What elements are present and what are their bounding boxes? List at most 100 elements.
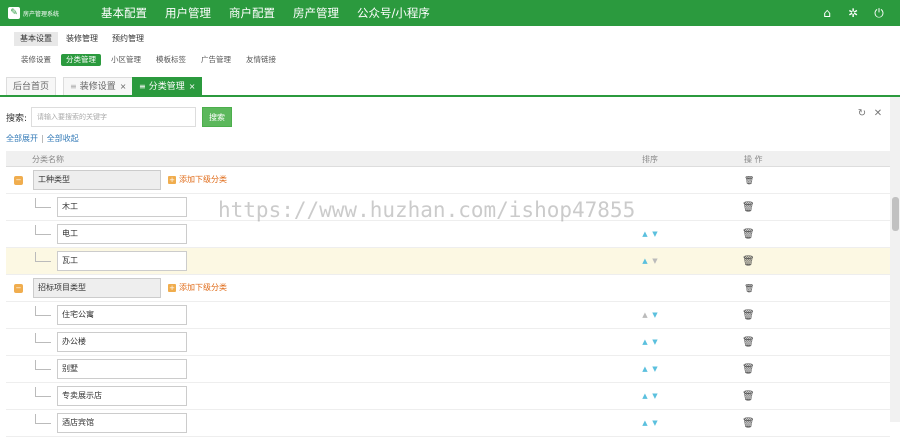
close-icon[interactable]: ✕: [870, 108, 886, 119]
trash-icon[interactable]: 🗑: [744, 176, 754, 185]
arrow-up-icon[interactable]: ▲: [640, 230, 650, 238]
power-icon[interactable]: ⏻: [866, 6, 892, 21]
tree-line: [35, 252, 51, 262]
tree-line: [35, 387, 51, 397]
arrow-up-icon[interactable]: ▲: [640, 311, 650, 319]
sort-controls: ▲ ▼: [640, 365, 660, 373]
search-button[interactable]: 搜索: [202, 107, 233, 127]
arrow-up-icon[interactable]: ▲: [640, 392, 650, 400]
header-sort: 排序: [642, 155, 658, 164]
arrow-down-icon[interactable]: ▼: [650, 257, 660, 265]
search-input[interactable]: 请输入要搜索的关键字: [31, 107, 197, 127]
table-row: 电工 ▲ ▼ 🗑: [6, 221, 890, 248]
expand-all-link[interactable]: 全部展开: [6, 134, 38, 143]
scrollbar[interactable]: [890, 97, 900, 422]
page-template-tags[interactable]: 模板标签: [151, 54, 191, 66]
tab-decoration-settings[interactable]: ≡ 装修设置 ×: [63, 77, 134, 95]
arrow-down-icon[interactable]: ▼: [650, 311, 660, 319]
category-name-input[interactable]: 电工: [57, 224, 187, 244]
close-icon[interactable]: ×: [189, 82, 196, 91]
search-label: 搜索:: [6, 113, 28, 124]
arrow-down-icon[interactable]: ▼: [650, 392, 660, 400]
panel-tools: ↻ ✕: [854, 108, 886, 119]
header-action: 操 作: [744, 155, 763, 164]
arrow-up-icon[interactable]: ▲: [640, 338, 650, 346]
category-name-input[interactable]: 专卖展示店: [57, 386, 187, 406]
category-name-input[interactable]: 住宅公寓: [57, 305, 187, 325]
category-name-input[interactable]: 酒店宾馆: [57, 413, 187, 433]
tab-home-label: 后台首页: [13, 82, 50, 92]
topnav-wechat-miniprogram[interactable]: 公众号/小程序: [348, 0, 439, 26]
category-name-input[interactable]: 办公楼: [57, 332, 187, 352]
arrow-down-icon[interactable]: ▼: [650, 419, 660, 427]
collapse-icon[interactable]: −: [14, 284, 23, 293]
topnav-merchant-config[interactable]: 商户配置: [220, 0, 284, 26]
add-subcategory-button[interactable]: + 添加下级分类: [168, 174, 227, 185]
add-subcategory-button[interactable]: + 添加下级分类: [168, 282, 227, 293]
app-logo[interactable]: ✎ 房产管理系统: [8, 6, 59, 20]
table-row: 办公楼 ▲ ▼ 🗑: [6, 329, 890, 356]
tree-line: [35, 333, 51, 343]
home-icon[interactable]: ⌂: [814, 6, 840, 20]
trash-icon[interactable]: 🗑: [742, 337, 755, 348]
expand-links: 全部展开 | 全部收起: [6, 133, 79, 144]
trash-icon[interactable]: 🗑: [744, 284, 754, 293]
table-header: 分类名称 排序 操 作: [6, 151, 890, 167]
trash-icon[interactable]: 🗑: [742, 229, 755, 240]
trash-icon[interactable]: 🗑: [742, 256, 755, 267]
tree-line: [35, 414, 51, 424]
tab-category-management[interactable]: ≡ 分类管理 ×: [132, 77, 203, 95]
trash-icon[interactable]: 🗑: [742, 418, 755, 429]
plus-icon: +: [168, 175, 176, 184]
section-decoration-management[interactable]: 装修管理: [60, 32, 104, 46]
sort-controls: ▲ ▼: [640, 311, 660, 319]
trash-icon[interactable]: 🗑: [742, 202, 755, 213]
page-category-management[interactable]: 分类管理: [61, 54, 101, 66]
sort-controls: ▲ ▼: [640, 230, 660, 238]
page-decoration-settings[interactable]: 装修设置: [16, 54, 56, 66]
arrow-up-icon[interactable]: ▲: [640, 419, 650, 427]
category-name-input[interactable]: 工种类型: [33, 170, 161, 190]
topnav-basic-config[interactable]: 基本配置: [92, 0, 156, 26]
logo-text: 房产管理系统: [23, 10, 60, 18]
refresh-icon[interactable]: ↻: [854, 108, 870, 119]
arrow-up-icon[interactable]: ▲: [640, 365, 650, 373]
scrollbar-thumb[interactable]: [892, 197, 899, 231]
category-name-input[interactable]: 木工: [57, 197, 187, 217]
arrow-down-icon[interactable]: ▼: [650, 365, 660, 373]
arrow-down-icon[interactable]: ▼: [650, 230, 660, 238]
page-ad-management[interactable]: 广告管理: [196, 54, 236, 66]
trash-icon[interactable]: 🗑: [742, 364, 755, 375]
gear-icon[interactable]: ✲: [840, 6, 866, 20]
category-table: 分类名称 排序 操 作 − 工种类型 + 添加下级分类 🗑 木工 🗑 电工 ▲ ▼ …: [6, 151, 890, 437]
category-name-input[interactable]: 瓦工: [57, 251, 187, 271]
tab-decoration-label: 装修设置: [79, 82, 116, 92]
sort-controls: ▲ ▼: [640, 419, 660, 427]
category-name-input[interactable]: 招标项目类型: [33, 278, 161, 298]
add-subcategory-label: 添加下级分类: [179, 283, 227, 292]
tab-home[interactable]: 后台首页: [6, 77, 57, 95]
arrow-down-icon[interactable]: ▼: [650, 338, 660, 346]
topnav-property-management[interactable]: 房产管理: [284, 0, 348, 26]
collapse-icon[interactable]: −: [14, 176, 23, 185]
section-nav: 基本设置 装修管理 预约管理: [0, 26, 900, 50]
close-icon[interactable]: ×: [120, 82, 127, 91]
trash-icon[interactable]: 🗑: [742, 310, 755, 321]
collapse-all-link[interactable]: 全部收起: [47, 134, 79, 143]
trash-icon[interactable]: 🗑: [742, 391, 755, 402]
topnav-user-management[interactable]: 用户管理: [156, 0, 220, 26]
arrow-up-icon[interactable]: ▲: [640, 257, 650, 265]
table-row: − 工种类型 + 添加下级分类 🗑: [6, 167, 890, 194]
tab-bar: 后台首页 ≡ 装修设置 × ≡ 分类管理 ×: [0, 77, 900, 97]
section-booking-management[interactable]: 预约管理: [106, 32, 150, 46]
table-row: − 招标项目类型 + 添加下级分类 🗑: [6, 275, 890, 302]
separator: |: [41, 134, 44, 143]
header-name: 分类名称: [32, 155, 64, 164]
page-friend-links[interactable]: 友情链接: [241, 54, 281, 66]
page-community-management[interactable]: 小区管理: [106, 54, 146, 66]
section-basic-settings[interactable]: 基本设置: [14, 32, 58, 46]
table-row: 专卖展示店 ▲ ▼ 🗑: [6, 383, 890, 410]
category-name-input[interactable]: 别墅: [57, 359, 187, 379]
tree-line: [35, 360, 51, 370]
search-bar: 搜索: 请输入要搜索的关键字 搜索: [6, 106, 233, 128]
